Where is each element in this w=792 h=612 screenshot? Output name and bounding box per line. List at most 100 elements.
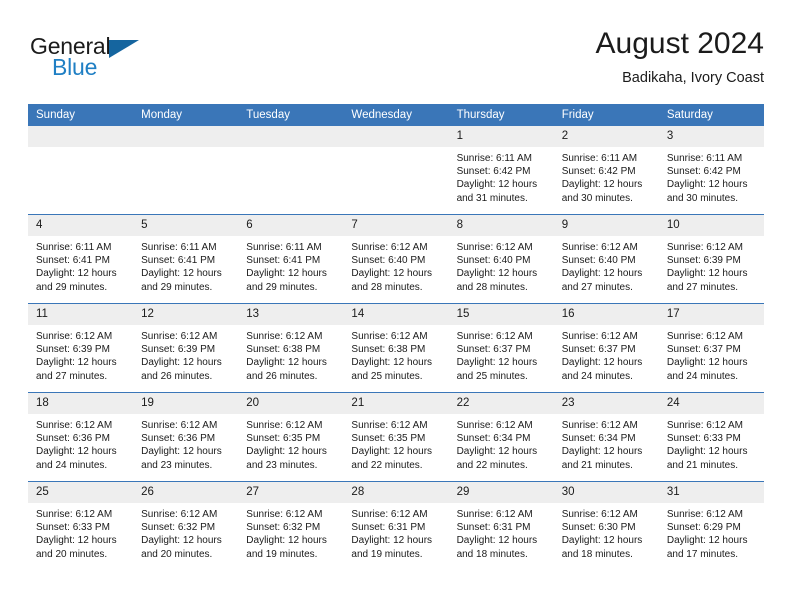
logo-triangle-icon <box>109 40 139 58</box>
day-details: Sunrise: 6:12 AM Sunset: 6:35 PM Daylight:… <box>343 414 448 472</box>
calendar-page: General Blue August 2024 Badikaha, Ivory… <box>0 0 792 612</box>
sunrise-text: Sunrise: 6:12 AM <box>141 331 218 342</box>
calendar-day-cell[interactable]: 15 Sunrise: 6:12 AM Sunset: 6:37 PM Dayligh… <box>448 303 554 393</box>
day-cell-inner: 2 Sunrise: 6:11 AM Sunset: 6:42 PM Daylight… <box>553 126 659 214</box>
day-details: Sunrise: 6:12 AM Sunset: 6:38 PM Daylight:… <box>238 325 343 383</box>
calendar-day-cell[interactable]: 17 Sunrise: 6:12 AM Sunset: 6:37 PM Dayligh… <box>658 303 764 393</box>
day-number <box>133 126 239 147</box>
daylight-text-line1: Daylight: 12 hours <box>456 357 538 369</box>
calendar-day-cell[interactable]: 8 Sunrise: 6:12 AM Sunset: 6:40 PM Daylight… <box>448 214 554 304</box>
day-cell-inner: 17 Sunrise: 6:12 AM Sunset: 6:37 PM Dayligh… <box>658 304 764 392</box>
sunrise-text: Sunrise: 6:12 AM <box>561 509 638 520</box>
calendar-day-cell[interactable]: 26 Sunrise: 6:12 AM Sunset: 6:32 PM Dayligh… <box>133 481 239 570</box>
calendar-day-cell[interactable]: 3 Sunrise: 6:11 AM Sunset: 6:42 PM Daylight… <box>658 126 764 215</box>
day-details: Sunrise: 6:11 AM Sunset: 6:42 PM Daylight:… <box>554 147 659 205</box>
calendar-day-cell[interactable]: 18 Sunrise: 6:12 AM Sunset: 6:36 PM Dayligh… <box>28 392 134 482</box>
daylight-text-line1: Daylight: 12 hours <box>36 268 117 280</box>
day-cell-inner <box>133 126 239 214</box>
day-number: 21 <box>343 393 449 414</box>
day-number: 22 <box>448 393 554 414</box>
daylight-text-line2: and 29 minutes. <box>36 281 108 293</box>
calendar-day-cell[interactable]: 30 Sunrise: 6:12 AM Sunset: 6:30 PM Dayligh… <box>553 481 659 570</box>
calendar-day-cell[interactable]: 31 Sunrise: 6:12 AM Sunset: 6:29 PM Dayligh… <box>658 481 764 570</box>
calendar-day-cell[interactable]: 9 Sunrise: 6:12 AM Sunset: 6:40 PM Daylight… <box>553 214 659 304</box>
calendar-day-cell[interactable]: 4 Sunrise: 6:11 AM Sunset: 6:41 PM Daylight… <box>28 214 134 304</box>
daylight-text-line2: and 27 minutes. <box>666 281 739 293</box>
sunrise-text: Sunrise: 6:12 AM <box>246 331 323 342</box>
day-number: 6 <box>238 215 344 236</box>
general-blue-logo[interactable]: General Blue <box>30 34 170 90</box>
calendar-day-cell[interactable]: 28 Sunrise: 6:12 AM Sunset: 6:31 PM Dayligh… <box>343 481 449 570</box>
day-cell-inner: 29 Sunrise: 6:12 AM Sunset: 6:31 PM Dayligh… <box>448 482 554 570</box>
day-number: 19 <box>133 393 239 414</box>
day-details: Sunrise: 6:11 AM Sunset: 6:41 PM Daylight:… <box>238 236 343 294</box>
calendar-day-cell[interactable]: 29 Sunrise: 6:12 AM Sunset: 6:31 PM Dayligh… <box>448 481 554 570</box>
page-header: General Blue August 2024 Badikaha, Ivory… <box>28 26 764 96</box>
day-details: Sunrise: 6:12 AM Sunset: 6:34 PM Daylight:… <box>554 414 659 472</box>
logo-text-blue: Blue <box>52 54 98 80</box>
daylight-text-line1: Daylight: 12 hours <box>666 179 748 191</box>
calendar-day-cell[interactable]: 19 Sunrise: 6:12 AM Sunset: 6:36 PM Dayligh… <box>133 392 239 482</box>
calendar-day-cell[interactable]: 1 Sunrise: 6:11 AM Sunset: 6:42 PM Daylight… <box>448 126 554 215</box>
day-number: 18 <box>28 393 134 414</box>
daylight-text-line2: and 31 minutes. <box>456 192 528 204</box>
daylight-text-line1: Daylight: 12 hours <box>666 446 748 458</box>
day-cell-inner: 26 Sunrise: 6:12 AM Sunset: 6:32 PM Dayligh… <box>133 482 239 570</box>
daylight-text-line1: Daylight: 12 hours <box>456 535 538 547</box>
sunset-text: Sunset: 6:38 PM <box>246 344 321 356</box>
day-details: Sunrise: 6:12 AM Sunset: 6:38 PM Daylight:… <box>343 325 448 383</box>
calendar-day-cell[interactable]: 23 Sunrise: 6:12 AM Sunset: 6:34 PM Dayligh… <box>553 392 659 482</box>
day-cell-inner: 14 Sunrise: 6:12 AM Sunset: 6:38 PM Dayligh… <box>343 304 449 392</box>
sunrise-text: Sunrise: 6:11 AM <box>36 242 112 253</box>
day-number: 20 <box>238 393 344 414</box>
day-number: 4 <box>28 215 134 236</box>
daylight-text-line2: and 21 minutes. <box>561 459 633 471</box>
daylight-text-line1: Daylight: 12 hours <box>456 446 538 458</box>
calendar-day-cell[interactable]: 27 Sunrise: 6:12 AM Sunset: 6:32 PM Dayligh… <box>238 481 344 570</box>
day-details: Sunrise: 6:12 AM Sunset: 6:39 PM Daylight:… <box>133 325 238 383</box>
calendar-day-cell[interactable]: 13 Sunrise: 6:12 AM Sunset: 6:38 PM Dayligh… <box>238 303 344 393</box>
calendar-day-cell[interactable]: 20 Sunrise: 6:12 AM Sunset: 6:35 PM Dayligh… <box>238 392 344 482</box>
daylight-text-line1: Daylight: 12 hours <box>246 446 327 458</box>
calendar-day-cell[interactable]: 24 Sunrise: 6:12 AM Sunset: 6:33 PM Dayligh… <box>658 392 764 482</box>
sunset-text: Sunset: 6:32 PM <box>141 522 216 534</box>
sunset-text: Sunset: 6:30 PM <box>561 522 636 534</box>
calendar-day-cell[interactable]: 14 Sunrise: 6:12 AM Sunset: 6:38 PM Dayligh… <box>343 303 449 393</box>
weekday-header-sunday: Sunday <box>28 104 134 126</box>
day-cell-inner: 1 Sunrise: 6:11 AM Sunset: 6:42 PM Daylight… <box>448 126 554 214</box>
calendar-day-cell[interactable]: 12 Sunrise: 6:12 AM Sunset: 6:39 PM Dayligh… <box>133 303 239 393</box>
calendar-day-cell[interactable]: 21 Sunrise: 6:12 AM Sunset: 6:35 PM Dayligh… <box>343 392 449 482</box>
calendar-week-row: 11 Sunrise: 6:12 AM Sunset: 6:39 PM Dayligh… <box>28 303 764 393</box>
day-number: 9 <box>553 215 659 236</box>
calendar-day-cell[interactable]: 11 Sunrise: 6:12 AM Sunset: 6:39 PM Dayligh… <box>28 303 134 393</box>
sunrise-text: Sunrise: 6:12 AM <box>351 242 428 253</box>
day-cell-inner: 31 Sunrise: 6:12 AM Sunset: 6:29 PM Dayligh… <box>658 482 764 570</box>
sunrise-text: Sunrise: 6:11 AM <box>561 153 638 164</box>
day-number: 10 <box>658 215 764 236</box>
sunset-text: Sunset: 6:41 PM <box>36 255 110 267</box>
sunrise-text: Sunrise: 6:12 AM <box>456 331 533 342</box>
sunrise-text: Sunrise: 6:11 AM <box>141 242 217 253</box>
day-cell-inner <box>238 126 344 214</box>
day-details: Sunrise: 6:12 AM Sunset: 6:29 PM Daylight:… <box>659 503 764 561</box>
daylight-text-line1: Daylight: 12 hours <box>141 357 222 369</box>
calendar-day-cell[interactable]: 2 Sunrise: 6:11 AM Sunset: 6:42 PM Daylight… <box>553 126 659 215</box>
day-number: 27 <box>238 482 344 503</box>
calendar-day-cell[interactable]: 22 Sunrise: 6:12 AM Sunset: 6:34 PM Dayligh… <box>448 392 554 482</box>
calendar-day-cell[interactable]: 25 Sunrise: 6:12 AM Sunset: 6:33 PM Dayligh… <box>28 481 134 570</box>
calendar-day-cell[interactable]: 6 Sunrise: 6:11 AM Sunset: 6:41 PM Daylight… <box>238 214 344 304</box>
calendar-day-cell[interactable]: 10 Sunrise: 6:12 AM Sunset: 6:39 PM Dayligh… <box>658 214 764 304</box>
page-subtitle: Badikaha, Ivory Coast <box>622 70 764 86</box>
daylight-text-line1: Daylight: 12 hours <box>666 268 748 280</box>
calendar-day-cell[interactable]: 7 Sunrise: 6:12 AM Sunset: 6:40 PM Daylight… <box>343 214 449 304</box>
day-details: Sunrise: 6:12 AM Sunset: 6:30 PM Daylight:… <box>554 503 659 561</box>
day-cell-inner: 12 Sunrise: 6:12 AM Sunset: 6:39 PM Dayligh… <box>133 304 239 392</box>
calendar-day-cell[interactable]: 5 Sunrise: 6:11 AM Sunset: 6:41 PM Daylight… <box>133 214 239 304</box>
sunset-text: Sunset: 6:35 PM <box>351 433 426 445</box>
calendar-day-cell[interactable]: 16 Sunrise: 6:12 AM Sunset: 6:37 PM Dayligh… <box>553 303 659 393</box>
day-number: 28 <box>343 482 449 503</box>
day-details: Sunrise: 6:11 AM Sunset: 6:41 PM Daylight:… <box>133 236 238 294</box>
day-number: 29 <box>448 482 554 503</box>
daylight-text-line2: and 29 minutes. <box>246 281 318 293</box>
day-number: 23 <box>553 393 659 414</box>
